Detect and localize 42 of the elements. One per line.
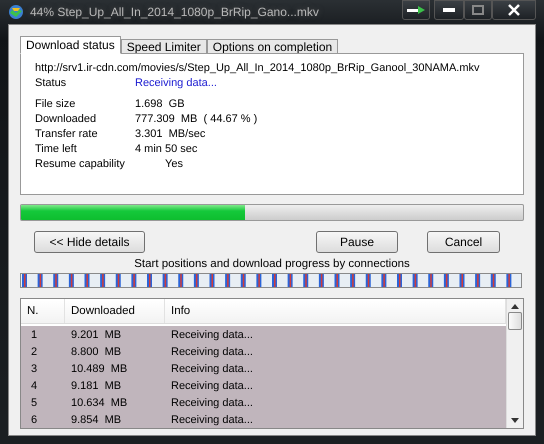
- table-row[interactable]: 1 9.201 MB Receiving data...: [21, 326, 506, 343]
- field-value: 3.301 MB/sec: [135, 128, 206, 140]
- scroll-down-icon[interactable]: [511, 418, 519, 423]
- field-value: Yes: [164, 158, 184, 170]
- app-logo-icon: [8, 4, 24, 20]
- field-value: 1.698 GB: [135, 98, 186, 110]
- column-header[interactable]: N.: [21, 299, 65, 323]
- arrow-icon: [407, 6, 425, 14]
- table-row[interactable]: 3 10.489 MB Receiving data...: [21, 360, 506, 377]
- connections-caption: Start positions and download progress by connections: [133, 258, 411, 270]
- field-label: Resume capability: [35, 158, 126, 170]
- close-button[interactable]: [492, 0, 536, 20]
- maximize-button[interactable]: [464, 0, 492, 20]
- minimize-to-tray-button[interactable]: [402, 0, 430, 20]
- table-row[interactable]: 6 9.854 MB Receiving data...: [21, 411, 506, 428]
- field-value: 777.309 MB ( 44.67 % ): [135, 113, 258, 125]
- minimize-button[interactable]: [434, 0, 464, 20]
- table-row[interactable]: 2 8.800 MB Receiving data...: [21, 343, 506, 360]
- scroll-up-icon[interactable]: [511, 304, 519, 309]
- download-url: http://srv1.ir-cdn.com/movies/s/Step_Up_All_In_2014_1080p_BrRip_Ganool_30NAMA.mkv: [35, 62, 481, 74]
- cancel-button[interactable]: Cancel: [427, 231, 500, 253]
- window-title: 44% Step_Up_All_In_2014_1080p_BrRip_Gano...mkv: [30, 5, 320, 19]
- field-label: File size: [35, 98, 76, 110]
- tab[interactable]: Download status: [20, 36, 121, 54]
- table-row[interactable]: 4 9.181 MB Receiving data...: [21, 377, 506, 394]
- scrollbar[interactable]: [506, 299, 523, 428]
- scrollbar-thumb[interactable]: [508, 312, 522, 330]
- field-label: Time left: [35, 143, 78, 155]
- field-value: 4 min 50 sec: [135, 143, 198, 155]
- hide-details-button[interactable]: << Hide details: [34, 231, 145, 253]
- tab[interactable]: Options on completion: [206, 39, 338, 54]
- maximize-icon: [472, 5, 484, 15]
- table-row[interactable]: 5 10.634 MB Receiving data...: [21, 394, 506, 411]
- tab[interactable]: Speed Limiter: [120, 39, 207, 54]
- pause-button[interactable]: Pause: [316, 231, 398, 253]
- column-header[interactable]: Downloaded: [65, 299, 165, 323]
- minimize-icon: [443, 8, 455, 12]
- field-label: Downloaded: [35, 113, 98, 125]
- field-label: Transfer rate: [35, 128, 99, 140]
- close-icon: [508, 4, 520, 16]
- field-label: Status: [35, 77, 68, 89]
- field-value: Receiving data...: [135, 77, 218, 89]
